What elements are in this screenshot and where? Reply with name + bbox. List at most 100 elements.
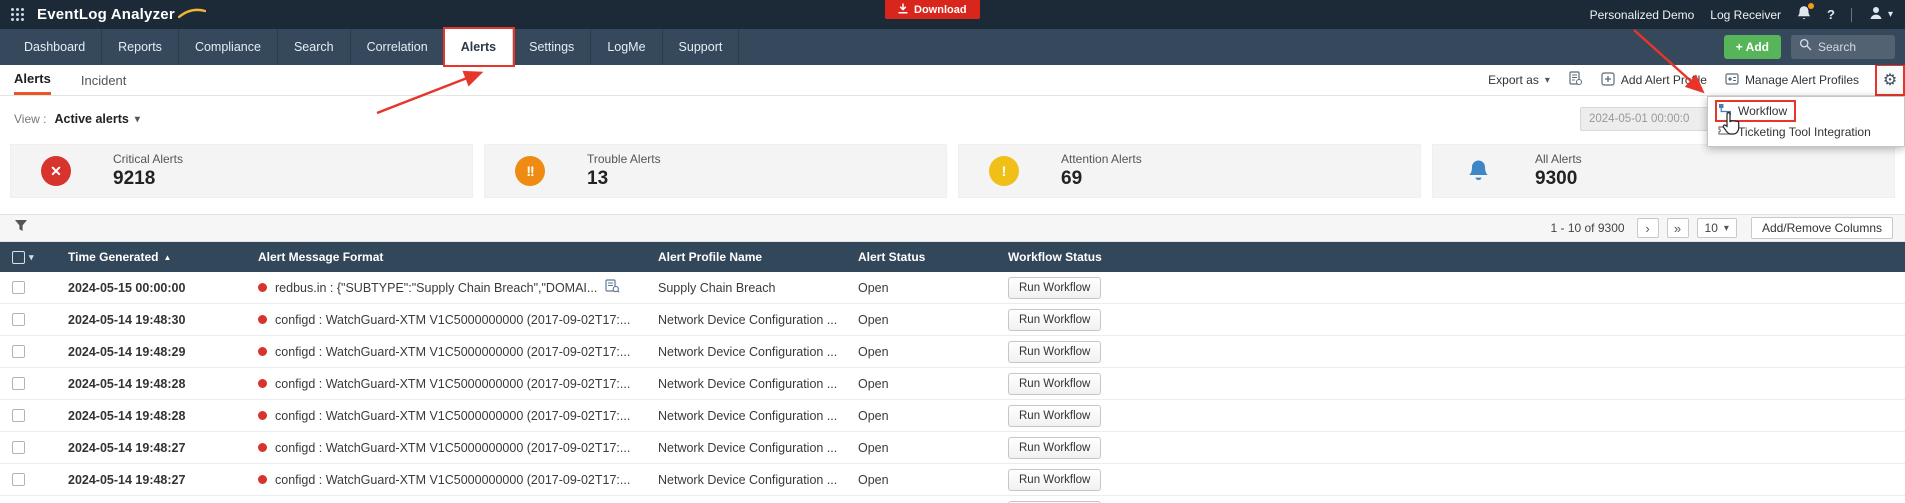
subtab-alerts[interactable]: Alerts [14,65,51,95]
all-alerts-count: 9300 [1535,168,1578,189]
next-page-button[interactable]: › [1636,218,1659,238]
nav-tab-alerts[interactable]: Alerts [442,27,516,67]
global-search-input[interactable] [1818,40,1886,54]
run-workflow-button[interactable]: Run Workflow [1008,404,1102,427]
menu-item-ticketing-tool-integration[interactable]: Ticketing Tool Integration [1708,121,1904,142]
attention-alerts-card[interactable]: ! Attention Alerts 69 [958,144,1421,198]
table-row: 2024-05-15 00:00:00 redbus.in : {"SUBTYP… [0,272,1905,304]
gear-dropdown-menu: Workflow Ticketing Tool Integration [1707,96,1905,147]
row-checkbox[interactable] [12,313,25,326]
run-workflow-button[interactable]: Run Workflow [1008,468,1102,491]
all-alerts-label: All Alerts [1535,152,1582,166]
header-alert-profile-name[interactable]: Alert Profile Name [648,250,848,264]
nav-tab-reports[interactable]: Reports [102,29,179,65]
table-row: 2024-05-14 19:48:28 configd : WatchGuard… [0,400,1905,432]
table-row: 2024-05-14 19:48:28 configd : WatchGuard… [0,368,1905,400]
all-alerts-bell-icon [1463,156,1493,186]
nav-tab-correlation[interactable]: Correlation [351,29,445,65]
nav-tab-compliance[interactable]: Compliance [179,29,278,65]
nav-tab-dashboard[interactable]: Dashboard [8,29,103,65]
critical-alerts-card[interactable]: ✕ Critical Alerts 9218 [10,144,473,198]
add-button[interactable]: + Add [1723,35,1781,59]
run-workflow-button[interactable]: Run Workflow [1008,372,1102,395]
row-message: configd : WatchGuard-XTM V1C5000000000 (… [275,376,631,391]
header-alert-message-format[interactable]: Alert Message Format [248,250,648,264]
nav-tab-search[interactable]: Search [278,29,351,65]
severity-dot-icon [258,283,267,292]
logo-swoosh-icon [177,6,207,23]
personalized-demo-link[interactable]: Personalized Demo [1590,8,1695,22]
page-size-selector[interactable]: 10 ▾ [1696,218,1737,238]
manage-alert-profiles-button[interactable]: Manage Alert Profiles [1725,72,1859,89]
eventlog-analyzer-app: EventLog Analyzer Download Personalized … [0,0,1905,503]
row-message: configd : WatchGuard-XTM V1C5000000000 (… [275,472,631,487]
trouble-alerts-label: Trouble Alerts [587,152,661,166]
nav-tab-logme[interactable]: LogMe [591,29,663,65]
add-remove-columns-button[interactable]: Add/Remove Columns [1750,217,1893,239]
row-checkbox[interactable] [12,345,25,358]
user-menu-button[interactable]: ▾ [1868,5,1893,24]
global-search-box[interactable] [1791,35,1895,59]
nav-tab-settings[interactable]: Settings [513,29,592,65]
top-bar-right: Personalized Demo Log Receiver ? ▾ [1590,3,1893,24]
subtab-incident[interactable]: Incident [81,65,127,95]
row-checkbox[interactable] [12,377,25,390]
row-profile: Network Device Configuration ... [658,344,838,359]
row-message: configd : WatchGuard-XTM V1C5000000000 (… [275,440,631,455]
table-row: 2024-05-14 19:48:27 configd : WatchGuard… [0,496,1905,503]
attention-alerts-icon: ! [989,156,1019,186]
search-icon [1799,38,1812,56]
run-workflow-button[interactable]: Run Workflow [1008,276,1102,299]
pagination-range: 1 - 10 of 9300 [1550,221,1625,235]
run-workflow-button[interactable]: Run Workflow [1008,436,1102,459]
menu-item-workflow-label: Workflow [1738,103,1788,118]
alert-settings-gear-button[interactable]: ⚙ [1875,64,1905,96]
select-all-caret-icon[interactable]: ▾ [29,252,34,263]
scheduled-export-button[interactable] [1568,71,1583,89]
log-receiver-link[interactable]: Log Receiver [1710,8,1781,22]
all-alerts-card[interactable]: All Alerts 9300 [1432,144,1895,198]
workflow-icon [1718,103,1732,119]
run-workflow-button[interactable]: Run Workflow [1008,340,1102,363]
help-button[interactable]: ? [1827,7,1835,22]
critical-alerts-icon: ✕ [41,156,71,186]
alert-summary-cards: ✕ Critical Alerts 9218 !! Trouble Alerts… [0,142,1905,198]
row-checkbox[interactable] [12,281,25,294]
select-all-checkbox[interactable] [12,250,25,264]
view-selector[interactable]: Active alerts ▾ [54,112,139,126]
export-caret-icon: ▾ [1544,74,1550,86]
menu-item-workflow[interactable]: Workflow [1708,99,1904,122]
trouble-alerts-count: 13 [587,168,609,189]
notifications-button[interactable] [1797,3,1815,24]
download-label: Download [914,3,967,16]
table-row: 2024-05-14 19:48:29 configd : WatchGuard… [0,336,1905,368]
nav-tab-support[interactable]: Support [663,29,740,65]
row-profile: Network Device Configuration ... [658,408,838,423]
trouble-alerts-card[interactable]: !! Trouble Alerts 13 [484,144,947,198]
manage-profiles-icon [1725,72,1739,89]
export-as-button[interactable]: Export as ▾ [1488,73,1550,87]
download-button[interactable]: Download [885,0,980,19]
add-alert-profile-button[interactable]: Add Alert Profile [1601,71,1707,89]
row-checkbox[interactable] [12,441,25,454]
filter-icon[interactable] [14,219,28,237]
row-checkbox[interactable] [12,473,25,486]
view-log-icon[interactable] [605,279,620,296]
last-page-button[interactable]: » [1666,218,1689,238]
row-status: Open [858,472,889,487]
app-logo: EventLog Analyzer [37,6,207,23]
sort-asc-icon: ▲ [163,252,172,262]
run-workflow-button[interactable]: Run Workflow [1008,308,1102,331]
row-status: Open [858,280,889,295]
header-time-generated[interactable]: Time Generated ▲ [58,250,248,264]
header-alert-status[interactable]: Alert Status [848,250,998,264]
row-profile: Supply Chain Breach [658,280,776,295]
table-toolbar: 1 - 10 of 9300 › » 10 ▾ Add/Remove Colum… [0,214,1905,242]
row-time: 2024-05-14 19:48:27 [68,440,186,455]
apps-grid-icon[interactable] [10,7,25,22]
alerts-subnav: Alerts Incident Export as ▾ Add Alert Pr… [0,64,1905,96]
row-checkbox[interactable] [12,409,25,422]
header-workflow-status[interactable]: Workflow Status [998,250,1218,264]
row-message: redbus.in : {"SUBTYPE":"Supply Chain Bre… [275,280,598,295]
row-profile: Network Device Configuration ... [658,376,838,391]
